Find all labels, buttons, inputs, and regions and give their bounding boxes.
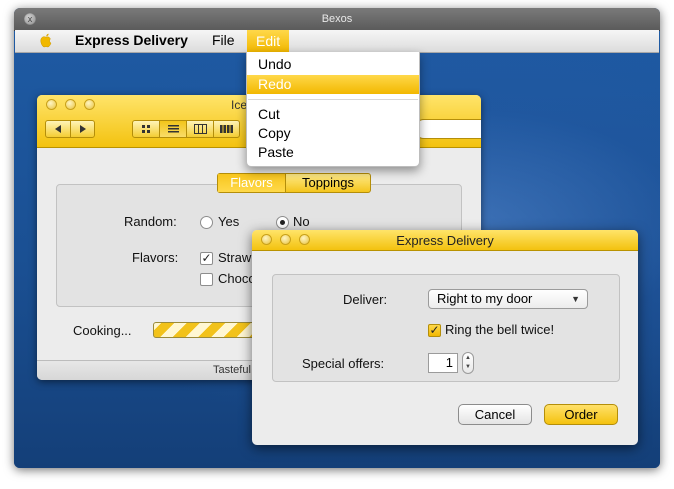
random-no-label: No xyxy=(293,214,310,229)
random-yes-radio[interactable] xyxy=(200,216,213,229)
left-arrow-icon xyxy=(55,125,61,133)
deliver-label: Deliver: xyxy=(343,292,388,307)
close-button[interactable] xyxy=(46,99,57,110)
zoom-button[interactable] xyxy=(299,234,310,245)
menu-bar: Express Delivery File Edit xyxy=(15,30,659,53)
special-offers-field[interactable]: 1 xyxy=(428,353,458,373)
stepper-up-icon[interactable]: ▲ xyxy=(463,355,473,361)
dialog-titlebar: Express Delivery xyxy=(252,230,638,251)
flavor-tabs: Flavors Toppings xyxy=(217,173,371,193)
menu-edit[interactable]: Edit xyxy=(247,30,290,52)
menu-item-copy[interactable]: Copy xyxy=(247,124,419,143)
express-delivery-dialog: Express Delivery Deliver: Right to my do… xyxy=(252,230,638,445)
cancel-button[interactable]: Cancel xyxy=(458,404,532,425)
menu-file[interactable]: File xyxy=(212,32,235,48)
random-label: Random: xyxy=(124,214,177,229)
zoom-button[interactable] xyxy=(84,99,95,110)
column-view-button[interactable] xyxy=(187,121,214,137)
strawberry-label: Straw xyxy=(218,250,252,265)
view-mode-control[interactable] xyxy=(132,120,240,138)
deliver-value: Right to my door xyxy=(437,291,533,306)
apple-icon[interactable] xyxy=(39,33,53,48)
cooking-progress-bar xyxy=(153,322,263,338)
delivery-options-panel: Deliver: Right to my door ▼ ✓ Ring the b… xyxy=(272,274,620,382)
emulator-titlebar: x Bexos xyxy=(14,8,660,31)
status-text: Tasteful xyxy=(213,364,251,376)
emulator-title: Bexos xyxy=(321,13,353,25)
close-icon[interactable]: x xyxy=(24,13,36,25)
menu-item-redo[interactable]: Redo xyxy=(247,75,419,94)
chocolate-label: Choco xyxy=(218,271,256,286)
list-icon xyxy=(168,125,179,133)
coverflow-icon xyxy=(220,125,233,133)
ring-bell-label: Ring the bell twice! xyxy=(445,322,555,337)
icon-view-button[interactable] xyxy=(133,121,160,137)
close-button[interactable] xyxy=(261,234,272,245)
grid-icon xyxy=(142,125,150,133)
flavors-label: Flavors: xyxy=(132,250,179,265)
random-no-radio[interactable] xyxy=(276,216,289,229)
special-offers-label: Special offers: xyxy=(302,356,385,371)
cooking-label: Cooking... xyxy=(73,323,132,338)
forward-button[interactable] xyxy=(71,121,94,137)
chocolate-checkbox[interactable] xyxy=(200,273,213,286)
order-button[interactable]: Order xyxy=(544,404,618,425)
app-menu[interactable]: Express Delivery xyxy=(75,32,188,48)
list-view-button[interactable] xyxy=(160,121,187,137)
special-offers-stepper[interactable]: ▲ ▼ xyxy=(462,352,474,374)
columns-icon xyxy=(194,124,207,134)
tab-flavors[interactable]: Flavors xyxy=(218,174,286,192)
back-button[interactable] xyxy=(46,121,71,137)
ice-window-title: Ice xyxy=(231,98,248,112)
ring-bell-checkbox[interactable]: ✓ xyxy=(428,324,441,337)
menu-item-paste[interactable]: Paste xyxy=(247,143,419,162)
right-arrow-icon xyxy=(80,125,86,133)
tab-toppings[interactable]: Toppings xyxy=(286,174,370,192)
menu-item-undo[interactable]: Undo xyxy=(247,55,419,74)
menu-separator xyxy=(248,99,418,100)
deliver-popup[interactable]: Right to my door ▼ xyxy=(428,289,588,309)
dialog-title: Express Delivery xyxy=(396,233,494,248)
edit-menu-dropdown: Undo Redo Cut Copy Paste xyxy=(246,52,420,167)
minimize-button[interactable] xyxy=(280,234,291,245)
strawberry-checkbox[interactable]: ✓ xyxy=(200,252,213,265)
stepper-down-icon[interactable]: ▼ xyxy=(463,364,473,370)
menu-item-cut[interactable]: Cut xyxy=(247,105,419,124)
coverflow-view-button[interactable] xyxy=(214,121,239,137)
chevron-down-icon: ▼ xyxy=(571,294,580,304)
random-yes-label: Yes xyxy=(218,214,240,229)
back-forward-control[interactable] xyxy=(45,120,95,138)
search-input[interactable] xyxy=(414,119,481,139)
minimize-button[interactable] xyxy=(65,99,76,110)
